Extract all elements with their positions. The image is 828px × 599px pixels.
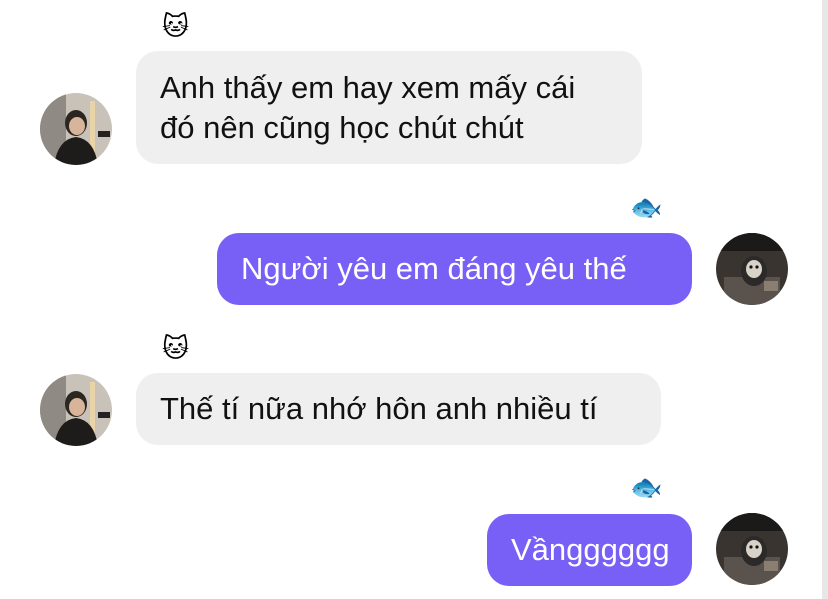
outgoing-message-bubble[interactable]: Người yêu em đáng yêu thế [217, 233, 692, 305]
cat-reaction-icon[interactable]: 🐱 [162, 334, 189, 364]
contact-avatar[interactable] [40, 93, 112, 165]
fish-reaction-icon[interactable]: 🐟 [630, 473, 662, 503]
incoming-message-bubble[interactable]: Anh thấy em hay xem mấy cái đó nên cũng … [136, 51, 642, 164]
incoming-message-bubble[interactable]: Thế tí nữa nhớ hôn anh nhiều tí [136, 373, 661, 445]
user-avatar[interactable] [716, 233, 788, 305]
cat-reaction-icon[interactable]: 🐱 [162, 12, 189, 42]
scrollbar-track[interactable] [822, 0, 828, 599]
user-avatar[interactable] [716, 513, 788, 585]
contact-avatar[interactable] [40, 374, 112, 446]
outgoing-message-bubble[interactable]: Vầngggggg [487, 514, 692, 586]
fish-reaction-icon[interactable]: 🐟 [630, 193, 662, 223]
